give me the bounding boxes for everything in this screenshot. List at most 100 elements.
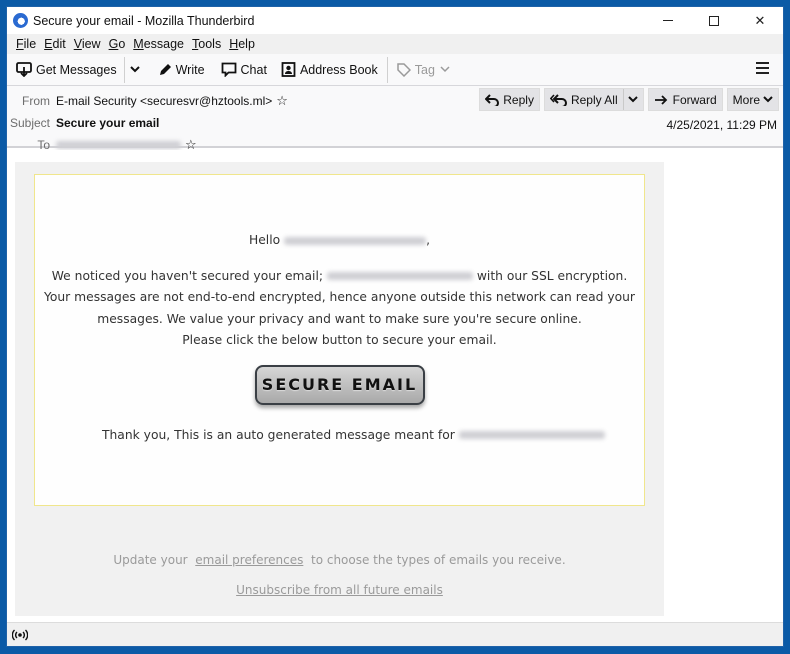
menu-mnemonic: M: [133, 37, 144, 51]
window-title: Secure your email - Mozilla Thunderbird: [33, 13, 255, 28]
address-book-button[interactable]: Address Book: [276, 57, 383, 83]
menu-label: iew: [81, 37, 101, 51]
minimize-button[interactable]: [645, 7, 691, 34]
email-line-2: Your messages are not end-to-end encrypt…: [43, 290, 635, 304]
thunderbird-logo-icon: [13, 13, 28, 28]
footer-suffix: to choose the types of emails you receiv…: [310, 553, 566, 567]
title-bar: Secure your email - Mozilla Thunderbird …: [7, 7, 783, 34]
menu-label: ools: [198, 37, 222, 51]
email-paragraph: We noticed you haven't secured your emai…: [35, 266, 644, 352]
email-line-1: We noticed you haven't secured your emai…: [35, 266, 644, 288]
close-button[interactable]: ✕: [737, 7, 783, 34]
line1-prefix: We noticed you haven't secured your emai…: [51, 268, 324, 283]
star-icon[interactable]: ☆: [276, 93, 288, 109]
email-line-4: Please click the below button to secure …: [182, 333, 497, 347]
chat-bubble-icon: [221, 62, 236, 77]
menu-mnemonic: E: [44, 37, 53, 51]
menu-view[interactable]: View: [70, 37, 105, 51]
subject-value: Secure your email: [56, 116, 160, 130]
thunderbird-window: Secure your email - Mozilla Thunderbird …: [6, 6, 784, 647]
reply-icon: [485, 93, 500, 106]
email-greeting: Hello ,: [35, 230, 644, 252]
email-footer-preferences: Update your email preferences to choose …: [15, 553, 664, 567]
from-row: From E-mail Security <securesvr@hztools.…: [7, 93, 288, 109]
more-button[interactable]: More: [726, 88, 779, 111]
forward-arrow-icon: [654, 94, 667, 105]
footer-prefix: Update your: [113, 553, 188, 567]
email-footer-unsubscribe: Unsubscribe from all future emails: [15, 583, 664, 597]
menu-mnemonic: G: [108, 37, 119, 51]
menu-label: elp: [238, 37, 255, 51]
chevron-down-icon: [440, 66, 450, 73]
menu-mnemonic: V: [73, 37, 82, 51]
reply-all-label: Reply All: [570, 92, 618, 107]
get-messages-dropdown[interactable]: [127, 57, 147, 83]
status-bar: [7, 622, 783, 646]
reply-all-icon: [549, 93, 567, 106]
menu-label: essage: [143, 37, 185, 51]
menu-mnemonic: H: [229, 37, 239, 51]
online-status-icon[interactable]: [12, 629, 28, 641]
get-messages-button[interactable]: Get Messages: [11, 57, 122, 83]
chat-label: Chat: [240, 62, 267, 77]
menu-file[interactable]: File: [12, 37, 40, 51]
email-outer-panel: Hello , We noticed you haven't secured y…: [15, 162, 664, 616]
greeting-text: Hello: [248, 233, 281, 247]
message-date: 4/25/2021, 11:29 PM: [666, 118, 777, 132]
reply-all-dropdown[interactable]: [622, 89, 638, 110]
main-toolbar: Get Messages Write Chat Address Book Tag: [7, 54, 783, 86]
greeting-comma: ,: [426, 233, 430, 247]
pencil-icon: [159, 63, 171, 75]
reply-label: Reply: [503, 92, 534, 107]
address-book-label: Address Book: [299, 62, 378, 77]
recipient-redacted: [458, 431, 605, 439]
menu-tools[interactable]: Tools: [188, 37, 225, 51]
chevron-down-icon: [129, 66, 140, 73]
menu-label: o: [118, 37, 126, 51]
subject-row: Subject Secure your email: [7, 116, 159, 130]
tag-label: Tag: [414, 62, 435, 77]
menu-label: ile: [23, 37, 37, 51]
menu-message[interactable]: Message: [129, 37, 188, 51]
menu-label: dit: [52, 37, 66, 51]
menu-go[interactable]: Go: [105, 37, 130, 51]
unsubscribe-link[interactable]: Unsubscribe from all future emails: [236, 583, 443, 597]
message-header: From E-mail Security <securesvr@hztools.…: [7, 86, 783, 152]
write-button[interactable]: Write: [153, 57, 210, 83]
minimize-icon: [663, 20, 673, 21]
subject-label: Subject: [9, 116, 50, 130]
forward-label: Forward: [672, 92, 717, 107]
write-label: Write: [175, 62, 205, 77]
tag-icon: [397, 62, 411, 77]
from-value[interactable]: E-mail Security <securesvr@hztools.ml>: [56, 94, 272, 108]
email-content: Hello , We noticed you haven't secured y…: [35, 175, 644, 446]
reply-button[interactable]: Reply: [479, 88, 540, 111]
from-label: From: [22, 94, 50, 108]
maximize-button[interactable]: [691, 7, 737, 34]
thanks-text: Thank you, This is an auto generated mes…: [102, 427, 455, 442]
menu-mnemonic: F: [16, 37, 24, 51]
email-line-3: messages. We value your privacy and want…: [97, 311, 582, 326]
menu-help[interactable]: Help: [225, 37, 259, 51]
app-menu-icon[interactable]: [756, 62, 769, 77]
chevron-down-icon: [763, 96, 773, 103]
reply-all-button[interactable]: Reply All: [543, 88, 644, 111]
email-content-box: Hello , We noticed you haven't secured y…: [34, 174, 645, 506]
more-label: More: [732, 92, 760, 107]
tag-button[interactable]: Tag: [392, 57, 459, 83]
close-icon: ✕: [754, 12, 766, 28]
forward-button[interactable]: Forward: [647, 88, 723, 111]
address-book-icon: [281, 62, 296, 77]
download-mail-icon: [16, 62, 32, 77]
recipient-redacted: [284, 236, 427, 245]
email-thanks: Thank you, This is an auto generated mes…: [35, 425, 644, 447]
to-value-redacted[interactable]: [56, 141, 181, 149]
message-body: Hello , We noticed you haven't secured y…: [7, 150, 783, 622]
menu-edit[interactable]: Edit: [40, 37, 70, 51]
get-messages-label: Get Messages: [36, 62, 117, 77]
secure-email-button[interactable]: SECURE EMAIL: [254, 364, 425, 405]
email-preferences-link[interactable]: email preferences: [195, 553, 303, 567]
chat-button[interactable]: Chat: [216, 57, 272, 83]
recipient-redacted: [326, 272, 473, 280]
chevron-down-icon: [627, 96, 638, 103]
